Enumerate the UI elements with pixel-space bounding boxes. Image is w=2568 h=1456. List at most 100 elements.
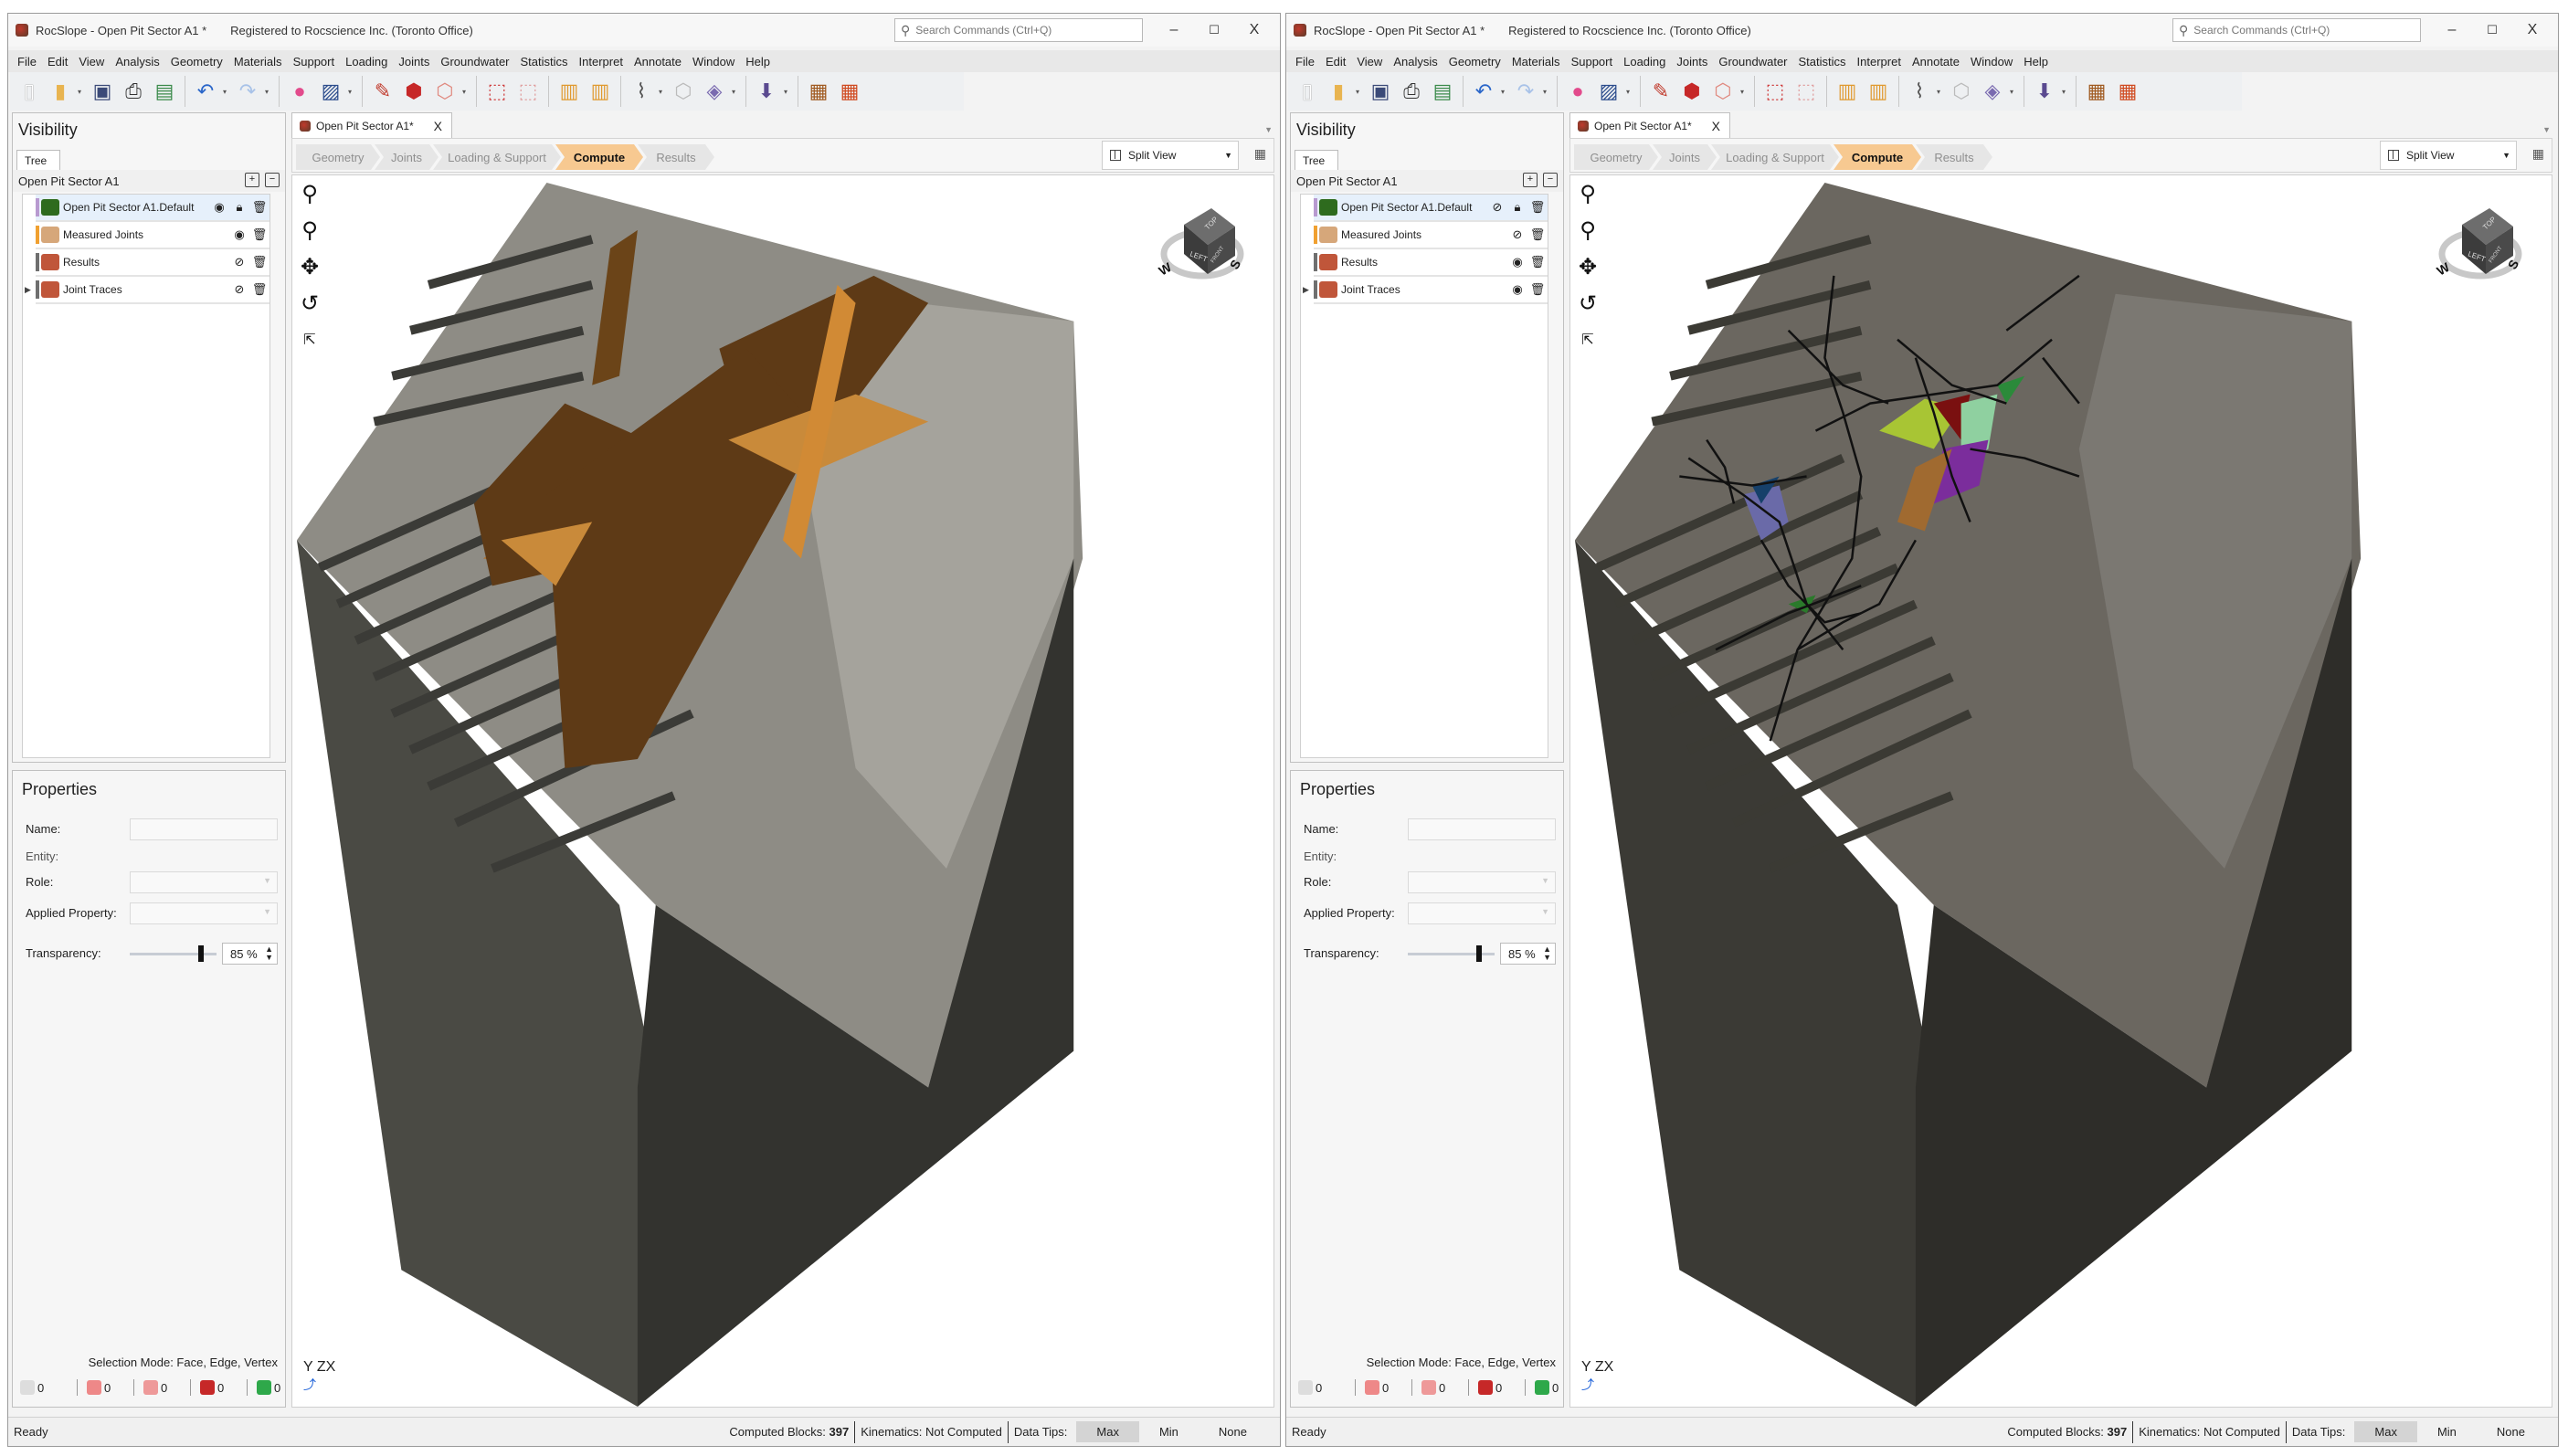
applied-property-select[interactable]: ▼ [130,902,278,924]
close-button[interactable]: X [1234,17,1274,43]
undo-icon[interactable]: ↶ [1470,78,1497,105]
expand-all-button[interactable]: + [245,173,259,187]
close-button[interactable]: X [2512,17,2552,43]
new-icon[interactable]: ▯ [1294,78,1321,105]
slider-thumb[interactable] [1476,945,1483,962]
zoom-extents-icon[interactable]: ⇱ [1574,327,1601,353]
3d-viewport[interactable]: ⚲ ⚲ ✥ ↺ ⇱ TOP LEFT FRONT W S Y ZX ⤴ [291,174,1274,1408]
data-tips-min-button[interactable]: Min [2417,1421,2477,1442]
dropdown-arrow-icon[interactable]: ▾ [732,88,739,96]
zoom-window-icon[interactable]: ⚲ [1574,181,1601,206]
joint-set-icon[interactable]: ▥ [1834,78,1861,105]
joint-edit-icon[interactable]: ▥ [587,78,614,105]
model-scene[interactable] [1570,175,2552,1407]
menu-analysis[interactable]: Analysis [110,55,164,69]
tree-item[interactable]: Open Pit Sector A1.Default ⊘ 🔒︎ 🗑︎ [1314,195,1548,222]
menu-analysis[interactable]: Analysis [1388,55,1443,69]
dropdown-arrow-icon[interactable]: ▾ [1543,88,1550,96]
expand-arrow-icon[interactable]: ▶ [25,285,31,295]
calculator-icon[interactable]: ▦ [2083,78,2110,105]
collapse-all-button[interactable]: − [1543,173,1558,187]
dropdown-arrow-icon[interactable]: ▾ [462,88,470,96]
transparency-spinbox[interactable]: 85 % ▲ ▼ [222,943,278,965]
workflow-step-loading-support[interactable]: Loading & Support [433,144,561,170]
tree-item[interactable]: Open Pit Sector A1.Default ◉ 🔒︎ 🗑︎ [36,195,269,222]
image-icon[interactable]: ▨ [317,78,344,105]
menu-geometry[interactable]: Geometry [1443,55,1506,69]
workflow-step-results[interactable]: Results [1916,144,1992,170]
data-tips-none-button[interactable]: None [1199,1421,1267,1442]
menu-edit[interactable]: Edit [1320,55,1351,69]
collapse-all-button[interactable]: − [265,173,280,187]
view-mode-select[interactable]: Split View ▼ [1102,141,1239,170]
redo-icon[interactable]: ↷ [234,78,261,105]
workflow-step-compute[interactable]: Compute [555,144,643,170]
maximize-button[interactable]: ☐ [2472,17,2512,43]
menu-groundwater[interactable]: Groundwater [1713,55,1792,69]
clear-select-icon[interactable]: ⬚ [514,78,542,105]
menu-geometry[interactable]: Geometry [165,55,228,69]
layout-options-icon[interactable]: ▦ [2532,146,2544,162]
close-tab-icon[interactable]: X [1712,119,1720,133]
menu-file[interactable]: File [12,55,42,69]
print-icon[interactable]: ⎙ [1398,78,1425,105]
pan-icon[interactable]: ✥ [1574,254,1601,280]
tree-item[interactable]: Measured Joints ◉ 🗑︎ [36,222,269,249]
menu-view[interactable]: View [73,55,110,69]
navigation-cube[interactable]: TOP LEFT FRONT W S [1157,197,1248,289]
data-tips-none-button[interactable]: None [2477,1421,2545,1442]
tree-item[interactable]: ▶ Joint Traces ⊘ 🗑︎ [25,277,269,304]
document-tab[interactable]: Open Pit Sector A1* X [1569,112,1730,138]
dropdown-arrow-icon[interactable]: ▾ [1501,88,1508,96]
workflow-step-joints[interactable]: Joints [375,144,439,170]
trash-icon[interactable]: 🗑︎ [1527,255,1548,269]
faded-block-icon[interactable]: ⬡ [670,78,697,105]
menu-materials[interactable]: Materials [228,55,288,69]
transparency-slider[interactable] [130,945,217,962]
menu-groundwater[interactable]: Groundwater [435,55,514,69]
menu-annotate[interactable]: Annotate [1907,55,1965,69]
save-icon[interactable]: ▣ [1367,78,1394,105]
3d-viewport[interactable]: ⚲ ⚲ ✥ ↺ ⇱ TOP LEFT FRONT W S Y ZX ⤴ [1569,174,2552,1408]
image-icon[interactable]: ▨ [1595,78,1622,105]
edit-tool-icon[interactable]: ✎ [369,78,396,105]
role-select[interactable]: ▼ [1408,871,1556,893]
menu-statistics[interactable]: Statistics [1793,55,1852,69]
eye-icon[interactable]: ◉ [1507,282,1527,297]
menu-window[interactable]: Window [1965,55,2018,69]
zoom-icon[interactable]: ⚲ [296,217,323,243]
lock-icon[interactable]: 🔒︎ [229,200,249,215]
new-icon[interactable]: ▯ [16,78,43,105]
eye-icon[interactable]: ◉ [209,200,229,215]
slider-thumb[interactable] [198,945,205,962]
transparency-spinbox[interactable]: 85 % ▲ ▼ [1500,943,1556,965]
menu-loading[interactable]: Loading [1618,55,1671,69]
data-tips-max-button[interactable]: Max [1076,1421,1139,1442]
dropdown-arrow-icon[interactable]: ▾ [2010,88,2017,96]
trash-icon[interactable]: 🗑︎ [249,200,269,215]
menu-joints[interactable]: Joints [393,55,435,69]
view-mode-select[interactable]: Split View ▼ [2380,141,2517,170]
save-icon[interactable]: ▣ [89,78,116,105]
model-scene[interactable] [292,175,1273,1407]
tab-tree[interactable]: Tree [1295,150,1338,170]
eye-hidden-icon[interactable]: ⊘ [229,282,249,297]
navigation-cube[interactable]: TOP LEFT FRONT W S [2435,197,2526,289]
lock-select-icon[interactable]: ⬚ [1761,78,1789,105]
color-wheel-icon[interactable]: ● [1564,78,1591,105]
redo-icon[interactable]: ↷ [1512,78,1539,105]
tree-item[interactable]: ▶ Joint Traces ◉ 🗑︎ [1303,277,1548,304]
dropdown-arrow-icon[interactable]: ▾ [223,88,230,96]
color-wheel-icon[interactable]: ● [286,78,313,105]
probability-icon[interactable]: ◈ [1979,78,2006,105]
menu-joints[interactable]: Joints [1671,55,1713,69]
pan-icon[interactable]: ✥ [296,254,323,280]
tree-item[interactable]: Measured Joints ⊘ 🗑︎ [1314,222,1548,249]
import-icon[interactable]: ⬇ [2031,78,2058,105]
workflow-step-loading-support[interactable]: Loading & Support [1711,144,1839,170]
menu-support[interactable]: Support [1566,55,1619,69]
rotate-icon[interactable]: ↺ [296,290,323,316]
menu-file[interactable]: File [1290,55,1320,69]
spin-arrows-icon[interactable]: ▲ ▼ [265,945,273,962]
menu-loading[interactable]: Loading [340,55,393,69]
